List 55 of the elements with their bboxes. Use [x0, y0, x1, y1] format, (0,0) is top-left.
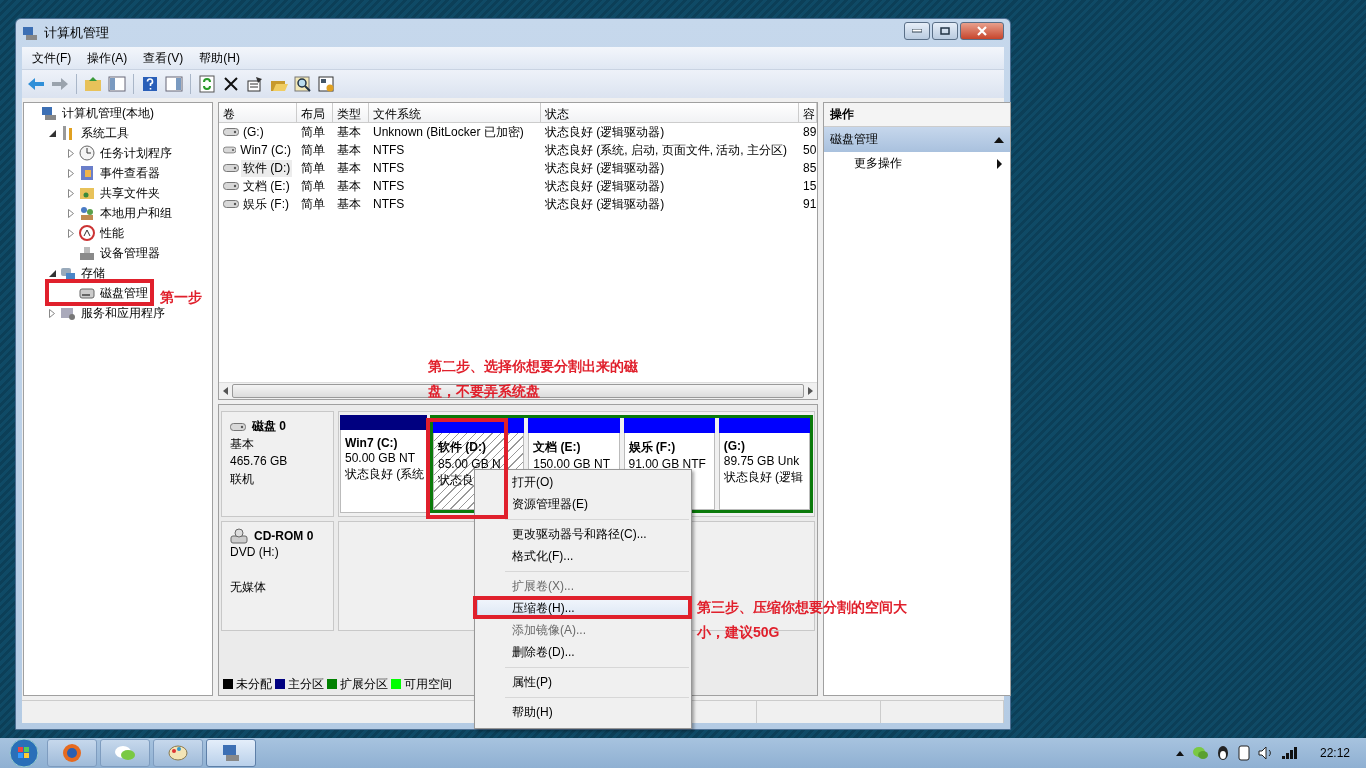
table-cell-text: 简单: [300, 123, 326, 141]
table-cell-text: Unknown (BitLocker 已加密): [372, 123, 525, 141]
legend-label: 可用空间: [404, 675, 452, 693]
table-cell-text: 基本: [336, 177, 362, 195]
table-cell-text: 状态良好 (逻辑驱动器): [544, 195, 666, 213]
annotation-note: 第三步、压缩你想要分割的空间大小，建议50G: [697, 598, 908, 642]
window-title: 计算机管理: [44, 24, 109, 42]
table-cell-text: 91: [802, 197, 817, 211]
partition-status: 状态良好 (系统: [345, 466, 425, 483]
partition-size: 89.75 GB Unk: [723, 454, 800, 468]
table-cell-text: 基本: [336, 195, 362, 213]
legend-label: 主分区: [288, 675, 324, 693]
legend-label: 未分配: [236, 675, 272, 693]
partition-label: Win7 (C:): [345, 436, 398, 450]
disk-type: DVD (H:): [230, 545, 280, 561]
table-cell-text: 50: [802, 143, 817, 157]
partition-label: 软件 (D:): [438, 439, 486, 456]
table-cell-text: 简单: [300, 195, 326, 213]
table-cell-text: NTFS: [372, 179, 406, 193]
table-cell-text: 85: [802, 161, 817, 175]
table-cell-text: 状态良好 (逻辑驱动器): [544, 177, 666, 195]
partition-size: 91.00 GB NTF: [628, 457, 706, 471]
partition-status: 状态良: [438, 472, 474, 489]
partition-status: 状态良好 (逻辑: [723, 469, 804, 486]
table-cell-text: 15: [802, 179, 817, 193]
disk-type: 基本: [230, 436, 255, 453]
annotation-note: 第二步、选择你想要分割出来的磁盘，不要弄系统盘: [428, 357, 639, 401]
partition-label: 娱乐 (F:): [628, 439, 676, 456]
table-cell-text: 简单: [300, 141, 326, 159]
annotation-note: 第一步: [160, 288, 203, 307]
table-cell-text: 状态良好 (逻辑驱动器): [544, 159, 666, 177]
legend-label: 扩展分区: [340, 675, 388, 693]
table-cell-text: NTFS: [372, 143, 406, 157]
partition-size: 150.00 GB NT: [533, 457, 610, 471]
table-cell-text: 基本: [336, 123, 362, 141]
table-cell-text: 简单: [300, 159, 326, 177]
actions-header: 操作: [824, 103, 1010, 127]
disk-state: 联机: [230, 471, 255, 488]
table-cell-text: 状态良好 (系统, 启动, 页面文件, 活动, 主分区): [544, 141, 788, 159]
table-cell-text: NTFS: [372, 197, 406, 211]
partition-size: 50.00 GB NT: [345, 451, 416, 465]
disk-size: 465.76 GB: [230, 454, 289, 470]
disk-name: 磁盘 0: [252, 418, 286, 435]
clock: 22:12: [1319, 746, 1350, 760]
table-cell-text: 状态良好 (逻辑驱动器): [544, 123, 666, 141]
table-cell-text: 简单: [300, 177, 326, 195]
partition-size: 85.00 GB N: [438, 457, 501, 471]
table-cell-text: 基本: [336, 159, 362, 177]
partition-label: 文档 (E:): [533, 439, 581, 456]
table-cell-text: 89: [802, 125, 817, 139]
table-cell-text: NTFS: [372, 161, 406, 175]
partition-label: (G:): [723, 439, 746, 453]
disk-name: CD-ROM 0: [254, 529, 314, 543]
table-cell-text: 基本: [336, 141, 362, 159]
disk-state: 无媒体: [230, 579, 267, 596]
